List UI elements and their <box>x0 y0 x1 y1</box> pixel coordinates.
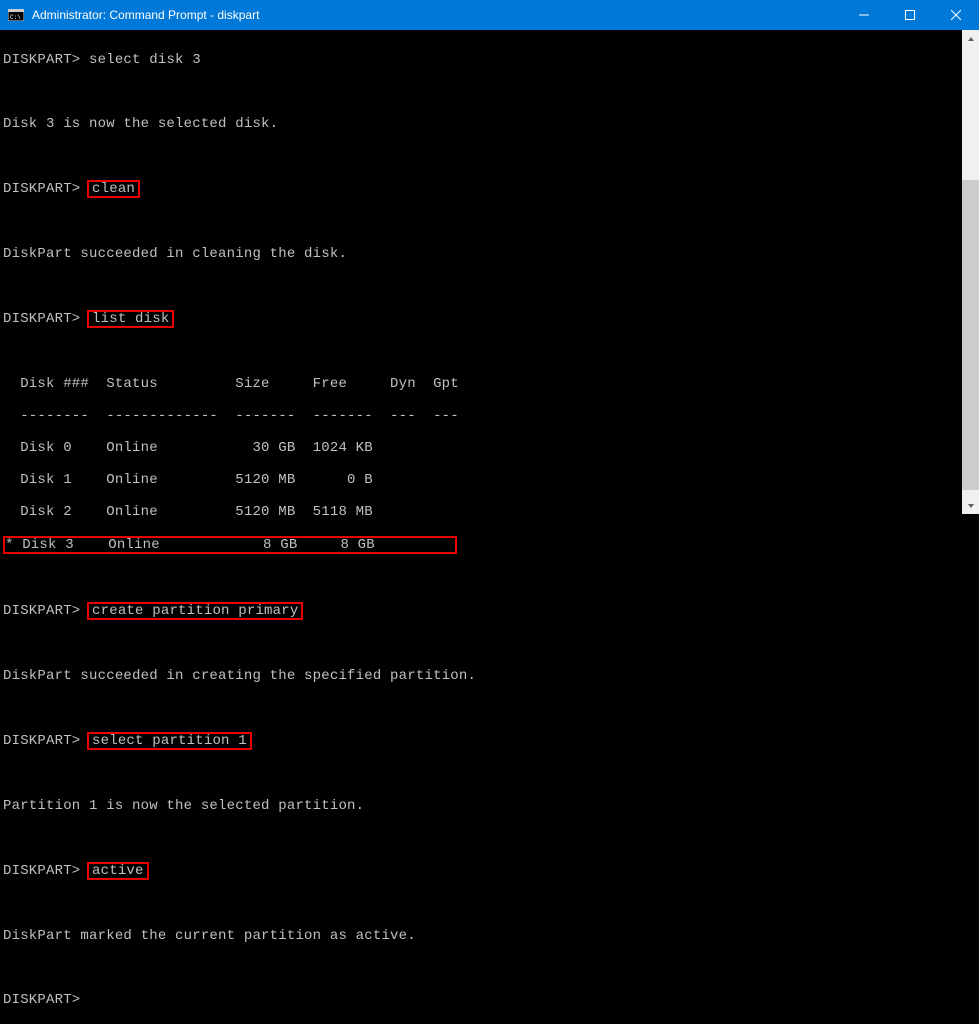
msg-clean-ok: DiskPart succeeded in cleaning the disk. <box>3 246 979 262</box>
table-row: Disk 1 Online 5120 MB 0 B <box>3 472 979 488</box>
cmd-select-disk: select disk 3 <box>89 52 201 68</box>
prompt: DISKPART> <box>3 863 80 879</box>
msg-create-ok: DiskPart succeeded in creating the speci… <box>3 668 979 684</box>
close-button[interactable] <box>933 0 979 30</box>
terminal-output[interactable]: DISKPART> select disk 3 Disk 3 is now th… <box>0 30 979 514</box>
prompt: DISKPART> <box>3 311 80 327</box>
msg-part-selected: Partition 1 is now the selected partitio… <box>3 798 979 814</box>
prompt: DISKPART> <box>3 52 80 68</box>
maximize-button[interactable] <box>887 0 933 30</box>
prompt: DISKPART> <box>3 181 80 197</box>
cmd-list-disk: list disk <box>87 310 174 328</box>
table-row: Disk 2 Online 5120 MB 5118 MB <box>3 504 979 520</box>
table-header: Disk ### Status Size Free Dyn Gpt <box>3 376 979 392</box>
cmd-active: active <box>87 862 149 880</box>
msg-active-ok: DiskPart marked the current partition as… <box>3 928 979 944</box>
window-controls <box>841 0 979 30</box>
table-row: Disk 0 Online 30 GB 1024 KB <box>3 440 979 456</box>
cmd-create-partition: create partition primary <box>87 602 303 620</box>
prompt: DISKPART> <box>3 603 80 619</box>
prompt: DISKPART> <box>3 733 80 749</box>
scroll-thumb[interactable] <box>962 180 979 490</box>
window-titlebar: C:\ Administrator: Command Prompt - disk… <box>0 0 979 30</box>
table-divider: -------- ------------- ------- ------- -… <box>3 408 979 424</box>
cmd-select-partition: select partition 1 <box>87 732 252 750</box>
prompt: DISKPART> <box>3 992 80 1008</box>
table-row-selected: * Disk 3 Online 8 GB 8 GB <box>3 536 457 554</box>
scroll-up-button[interactable] <box>962 30 979 47</box>
minimize-button[interactable] <box>841 0 887 30</box>
cmd-clean: clean <box>87 180 140 198</box>
cmd-icon: C:\ <box>8 8 24 22</box>
vertical-scrollbar[interactable] <box>962 30 979 514</box>
window-title: Administrator: Command Prompt - diskpart <box>30 8 841 22</box>
svg-text:C:\: C:\ <box>10 14 21 21</box>
scroll-down-button[interactable] <box>962 497 979 514</box>
msg-disk-selected: Disk 3 is now the selected disk. <box>3 116 979 132</box>
